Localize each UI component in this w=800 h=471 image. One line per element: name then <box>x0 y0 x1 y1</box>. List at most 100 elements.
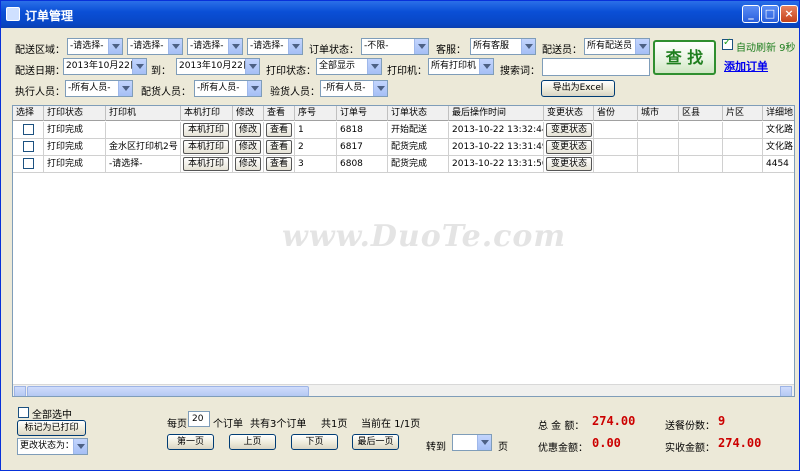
local-print-button[interactable]: 本机打印 <box>183 123 229 137</box>
county-cell <box>679 156 723 173</box>
col-header[interactable]: 片区 <box>723 106 763 121</box>
county-cell <box>679 122 723 139</box>
delivery-date-label: 配送日期： <box>15 66 65 77</box>
printer-cell <box>106 122 181 139</box>
total-amount-label: 总 金 额： <box>538 421 585 432</box>
first-page-button[interactable]: 第一页 <box>167 434 214 450</box>
region-select-2[interactable]: -请选择- <box>127 38 183 55</box>
col-header[interactable]: 城市 <box>638 106 679 121</box>
printer-select[interactable]: 所有打印机 <box>428 58 494 75</box>
scroll-right-icon[interactable] <box>780 386 792 396</box>
col-header[interactable]: 订单状态 <box>388 106 449 121</box>
select-all-checkbox[interactable] <box>18 407 29 418</box>
export-excel-button[interactable]: 导出为Excel <box>541 80 615 97</box>
view-cell: 查看 <box>264 122 295 139</box>
order-no-cell: 6818 <box>337 122 388 139</box>
region-select-1[interactable]: -请选择- <box>67 38 123 55</box>
picker-select[interactable]: -所有人员- <box>194 80 262 97</box>
calendar-dropdown-icon <box>245 59 259 74</box>
address-cell: 文化路 <box>763 122 794 139</box>
search-input[interactable] <box>542 58 650 76</box>
col-header[interactable]: 打印状态 <box>44 106 106 121</box>
local-print-button[interactable]: 本机打印 <box>183 157 229 171</box>
col-header[interactable]: 最后操作时间 <box>449 106 544 121</box>
scroll-left-icon[interactable] <box>14 386 26 396</box>
date-from-picker[interactable]: 2013年10月22日 <box>63 58 147 75</box>
courier-select[interactable]: 所有配送员 <box>584 38 650 55</box>
edit-button[interactable]: 修改 <box>235 140 261 154</box>
table-row[interactable]: 打印完成 -请选择- 本机打印 修改 查看 3 6808 配货完成 2013-1… <box>13 156 794 173</box>
row-checkbox[interactable] <box>23 124 34 135</box>
col-header[interactable]: 查看 <box>264 106 295 121</box>
order-status-cell: 开始配送 <box>388 122 449 139</box>
executor-select[interactable]: -所有人员- <box>65 80 133 97</box>
printer-cell[interactable]: -请选择- <box>106 156 181 173</box>
select-cell <box>13 122 44 139</box>
view-cell: 查看 <box>264 139 295 156</box>
mark-printed-button[interactable]: 标记为已打印 <box>17 420 86 436</box>
chevron-down-icon <box>228 39 242 54</box>
col-header[interactable]: 详细地 <box>763 106 794 121</box>
auto-refresh-label: 自动刷新 9秒 <box>736 43 796 54</box>
print-status-select[interactable]: 全部显示 <box>316 58 382 75</box>
calendar-dropdown-icon <box>132 59 146 74</box>
city-cell <box>638 122 679 139</box>
chevron-down-icon <box>373 81 387 96</box>
edit-button[interactable]: 修改 <box>235 157 261 171</box>
edit-button[interactable]: 修改 <box>235 123 261 137</box>
address-cell: 4454 <box>763 156 794 173</box>
per-page-unit: 个订单 <box>213 419 243 430</box>
view-button[interactable]: 查看 <box>266 157 292 171</box>
change-status-select[interactable]: 更改状态为： <box>17 438 88 455</box>
seq-cell: 2 <box>295 139 337 156</box>
date-to-picker[interactable]: 2013年10月22日 <box>176 58 260 75</box>
view-button[interactable]: 查看 <box>266 140 292 154</box>
find-button[interactable]: 查 找 <box>653 40 716 75</box>
table-row[interactable]: 打印完成 本机打印 修改 查看 1 6818 开始配送 2013-10-22 1… <box>13 122 794 139</box>
print-status-cell: 打印完成 <box>44 156 106 173</box>
add-order-link[interactable]: 添加订单 <box>724 58 768 74</box>
chevron-down-icon <box>367 59 381 74</box>
chevron-down-icon <box>118 81 132 96</box>
table-row[interactable]: 打印完成 金水区打印机2号 本机打印 修改 查看 2 6817 配货完成 201… <box>13 139 794 156</box>
change-status-button[interactable]: 变更状态 <box>546 140 592 154</box>
col-header[interactable]: 本机打印 <box>181 106 233 121</box>
minimize-button[interactable]: _ <box>742 5 760 23</box>
per-page-input[interactable]: 20 <box>188 411 210 427</box>
col-header[interactable]: 变更状态 <box>544 106 594 121</box>
auto-refresh-checkbox[interactable] <box>722 37 733 50</box>
courier-label: 配送员： <box>542 45 582 56</box>
print-status-label: 打印状态： <box>266 66 316 77</box>
prev-page-button[interactable]: 上页 <box>229 434 276 450</box>
change-status-button[interactable]: 变更状态 <box>546 123 592 137</box>
col-header[interactable]: 序号 <box>295 106 337 121</box>
close-button[interactable]: × <box>780 5 798 23</box>
col-header[interactable]: 订单号 <box>337 106 388 121</box>
change-status-button[interactable]: 变更状态 <box>546 157 592 171</box>
scroll-thumb[interactable] <box>27 386 309 396</box>
title-bar[interactable]: 订单管理 _ □ × <box>1 1 799 28</box>
row-checkbox[interactable] <box>23 141 34 152</box>
last-page-button[interactable]: 最后一页 <box>352 434 399 450</box>
col-header[interactable]: 省份 <box>594 106 638 121</box>
horizontal-scrollbar[interactable] <box>13 384 794 396</box>
col-header[interactable]: 选择 <box>13 106 44 121</box>
ship-count-label: 送餐份数： <box>665 421 715 432</box>
local-print-button[interactable]: 本机打印 <box>183 140 229 154</box>
city-cell <box>638 156 679 173</box>
col-header[interactable]: 区县 <box>679 106 723 121</box>
next-page-button[interactable]: 下页 <box>291 434 338 450</box>
region-select-4[interactable]: -请选择- <box>247 38 303 55</box>
goto-page-select[interactable] <box>452 434 492 451</box>
order-status-select[interactable]: -不限- <box>361 38 429 55</box>
customer-service-select[interactable]: 所有客服 <box>470 38 536 55</box>
region-select-3[interactable]: -请选择- <box>187 38 243 55</box>
select-cell <box>13 139 44 156</box>
checker-label: 验货人员： <box>270 87 320 98</box>
col-header[interactable]: 修改 <box>233 106 264 121</box>
col-header[interactable]: 打印机 <box>106 106 181 121</box>
maximize-button[interactable]: □ <box>761 5 779 23</box>
view-button[interactable]: 查看 <box>266 123 292 137</box>
row-checkbox[interactable] <box>23 158 34 169</box>
checker-select[interactable]: -所有人员- <box>320 80 388 97</box>
